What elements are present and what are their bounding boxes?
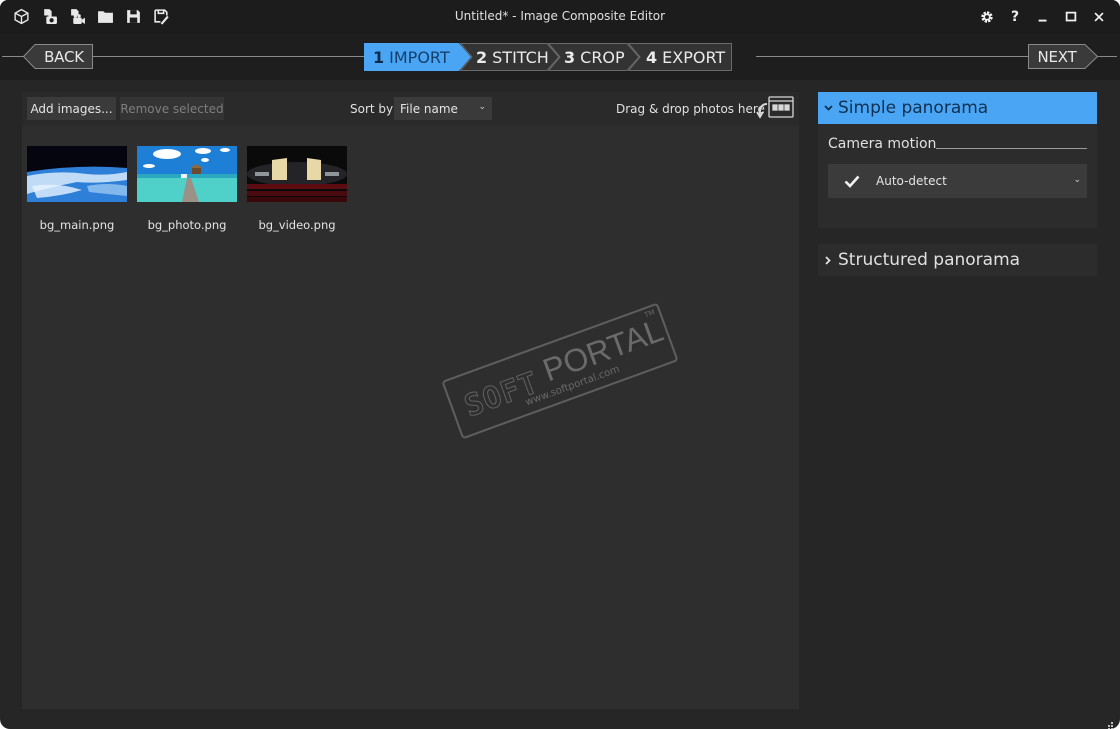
structured-panorama-header[interactable]: Structured panorama (818, 244, 1097, 276)
step-label: STITCH (492, 47, 549, 67)
camera-motion-select[interactable]: Auto-detect ⌄ (828, 164, 1087, 198)
camera-motion-divider (936, 148, 1087, 149)
chevron-down-icon: ⌄ (478, 102, 486, 112)
import-toolbar: Add images... Remove selected Sort by Fi… (22, 92, 799, 126)
thumbnail-earth (27, 146, 127, 202)
back-label: BACK (44, 47, 84, 66)
checkmark-icon (828, 175, 876, 188)
thumbnail-beach (137, 146, 237, 202)
next-button[interactable]: NEXT (1028, 44, 1098, 69)
sort-by-label: Sort by (350, 102, 394, 116)
step-import[interactable]: 1 IMPORT (364, 43, 472, 71)
wizard-line (1097, 56, 1117, 57)
wizard-steps: 1 IMPORT 2 STITCH 3 CROP 4 EXPORT (364, 43, 732, 71)
image-filename: bg_photo.png (147, 218, 227, 232)
image-thumbnail[interactable]: bg_main.png (27, 146, 127, 232)
help-icon[interactable]: ? (1004, 6, 1026, 28)
maximize-icon[interactable] (1060, 6, 1082, 28)
step-number: 1 (373, 47, 385, 67)
simple-panorama-body: Camera motion Auto-detect ⌄ (818, 124, 1097, 228)
step-number: 3 (564, 47, 576, 67)
chevron-down-icon (818, 105, 838, 111)
import-panel: Add images... Remove selected Sort by Fi… (22, 92, 799, 709)
add-images-button[interactable]: Add images... (27, 97, 116, 120)
drag-drop-icon (755, 96, 795, 120)
simple-panorama-title: Simple panorama (838, 98, 989, 118)
next-label: NEXT (1037, 47, 1077, 66)
image-filename: bg_main.png (39, 218, 115, 232)
step-crop[interactable]: 3 CROP (548, 43, 640, 71)
close-icon[interactable] (1088, 6, 1110, 28)
step-export[interactable]: 4 EXPORT (628, 43, 732, 71)
step-number: 2 (476, 47, 488, 67)
title-bar: Untitled* - Image Composite Editor ? (0, 0, 1120, 34)
simple-panorama-header[interactable]: Simple panorama (818, 92, 1097, 124)
camera-motion-value: Auto-detect (876, 174, 947, 188)
window-controls: ? (976, 6, 1110, 28)
app-window: Untitled* - Image Composite Editor ? BAC… (0, 0, 1120, 729)
chevron-down-icon: ⌄ (1073, 175, 1081, 185)
stitch-options-panel: Simple panorama Camera motion Auto-detec… (818, 92, 1097, 276)
drop-hint: Drag & drop photos here (616, 102, 765, 116)
step-label: EXPORT (662, 47, 726, 67)
minimize-icon[interactable] (1032, 6, 1054, 28)
chevron-right-icon (818, 255, 838, 265)
thumbnail-theater (247, 146, 347, 202)
wizard-nav: BACK 1 IMPORT 2 STITCH 3 CROP 4 EXPORT NEXT (0, 34, 1120, 80)
window-title: Untitled* - Image Composite Editor (454, 9, 666, 23)
wizard-line (93, 56, 365, 57)
structured-panorama-title: Structured panorama (838, 250, 1021, 270)
sort-by-select[interactable]: File name ⌄ (394, 97, 492, 120)
back-button[interactable]: BACK (23, 44, 93, 69)
image-grid: bg_main.png bg_photo.png bg_video.png (22, 129, 799, 709)
camera-motion-label: Camera motion (828, 136, 937, 152)
step-stitch[interactable]: 2 STITCH (460, 43, 560, 71)
step-label: IMPORT (389, 47, 450, 67)
image-thumbnail[interactable]: bg_photo.png (137, 146, 237, 232)
step-label: CROP (580, 47, 625, 67)
resize-grip[interactable] (1106, 715, 1114, 729)
settings-gear-icon[interactable] (976, 6, 998, 28)
wizard-line (756, 56, 1028, 57)
image-filename: bg_video.png (258, 218, 336, 232)
step-number: 4 (646, 47, 658, 67)
sort-by-value: File name (400, 101, 458, 116)
wizard-line (2, 56, 24, 57)
remove-selected-button[interactable]: Remove selected (120, 97, 224, 120)
image-thumbnail[interactable]: bg_video.png (247, 146, 347, 232)
